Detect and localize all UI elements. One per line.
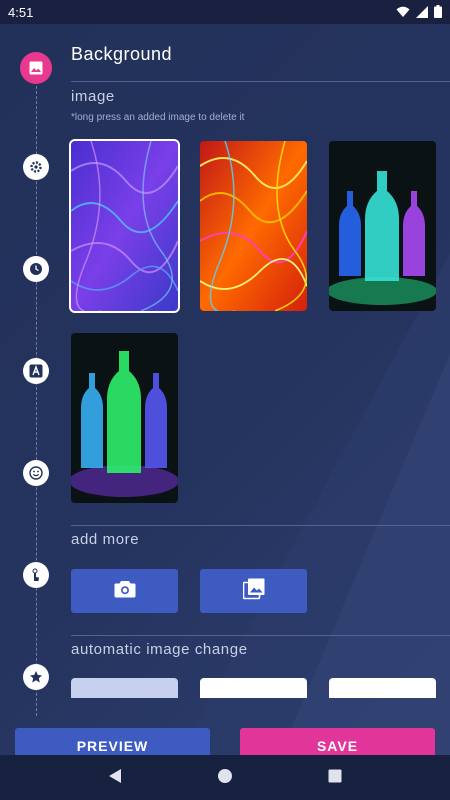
image-icon[interactable] <box>20 52 52 84</box>
divider <box>71 525 450 526</box>
save-button[interactable]: SAVE <box>240 728 435 755</box>
touch-icon[interactable] <box>23 562 49 588</box>
recents-icon[interactable] <box>328 768 342 787</box>
image-thumbnail[interactable] <box>71 333 178 503</box>
image-section-hint: *long press an added image to delete it <box>71 112 245 123</box>
camera-button[interactable] <box>71 569 178 613</box>
auto-change-option[interactable] <box>71 678 178 698</box>
font-icon[interactable] <box>23 358 49 384</box>
navigation-bar <box>0 755 450 800</box>
action-bar: PREVIEW SAVE <box>0 718 450 755</box>
home-icon[interactable] <box>217 768 233 788</box>
page-title: Background <box>71 44 173 64</box>
image-thumbnail[interactable] <box>200 141 307 311</box>
preview-button[interactable]: PREVIEW <box>15 728 210 755</box>
main-content[interactable]: Background image *long press an added im… <box>0 24 450 755</box>
image-thumbnail[interactable] <box>69 139 180 313</box>
signal-icon <box>416 3 428 22</box>
auto-change-option[interactable] <box>200 678 307 698</box>
status-time: 4:51 <box>8 4 34 20</box>
status-bar: 4:51 <box>0 0 450 24</box>
divider <box>71 81 450 82</box>
camera-icon <box>114 580 136 602</box>
smiley-icon[interactable] <box>23 460 49 486</box>
star-icon[interactable] <box>23 664 49 690</box>
image-section-label: image <box>71 88 115 105</box>
battery-icon <box>434 3 442 22</box>
add-more-label: add more <box>71 531 140 548</box>
gallery-icon <box>242 578 265 604</box>
auto-change-option[interactable] <box>329 678 436 698</box>
gallery-button[interactable] <box>200 569 307 613</box>
image-thumbnail[interactable] <box>329 141 436 311</box>
gear-icon[interactable] <box>23 154 49 180</box>
clock-icon[interactable] <box>23 256 49 282</box>
divider <box>71 635 450 636</box>
back-icon[interactable] <box>108 768 122 788</box>
auto-change-label: automatic image change <box>71 641 248 658</box>
wifi-icon <box>396 3 410 22</box>
